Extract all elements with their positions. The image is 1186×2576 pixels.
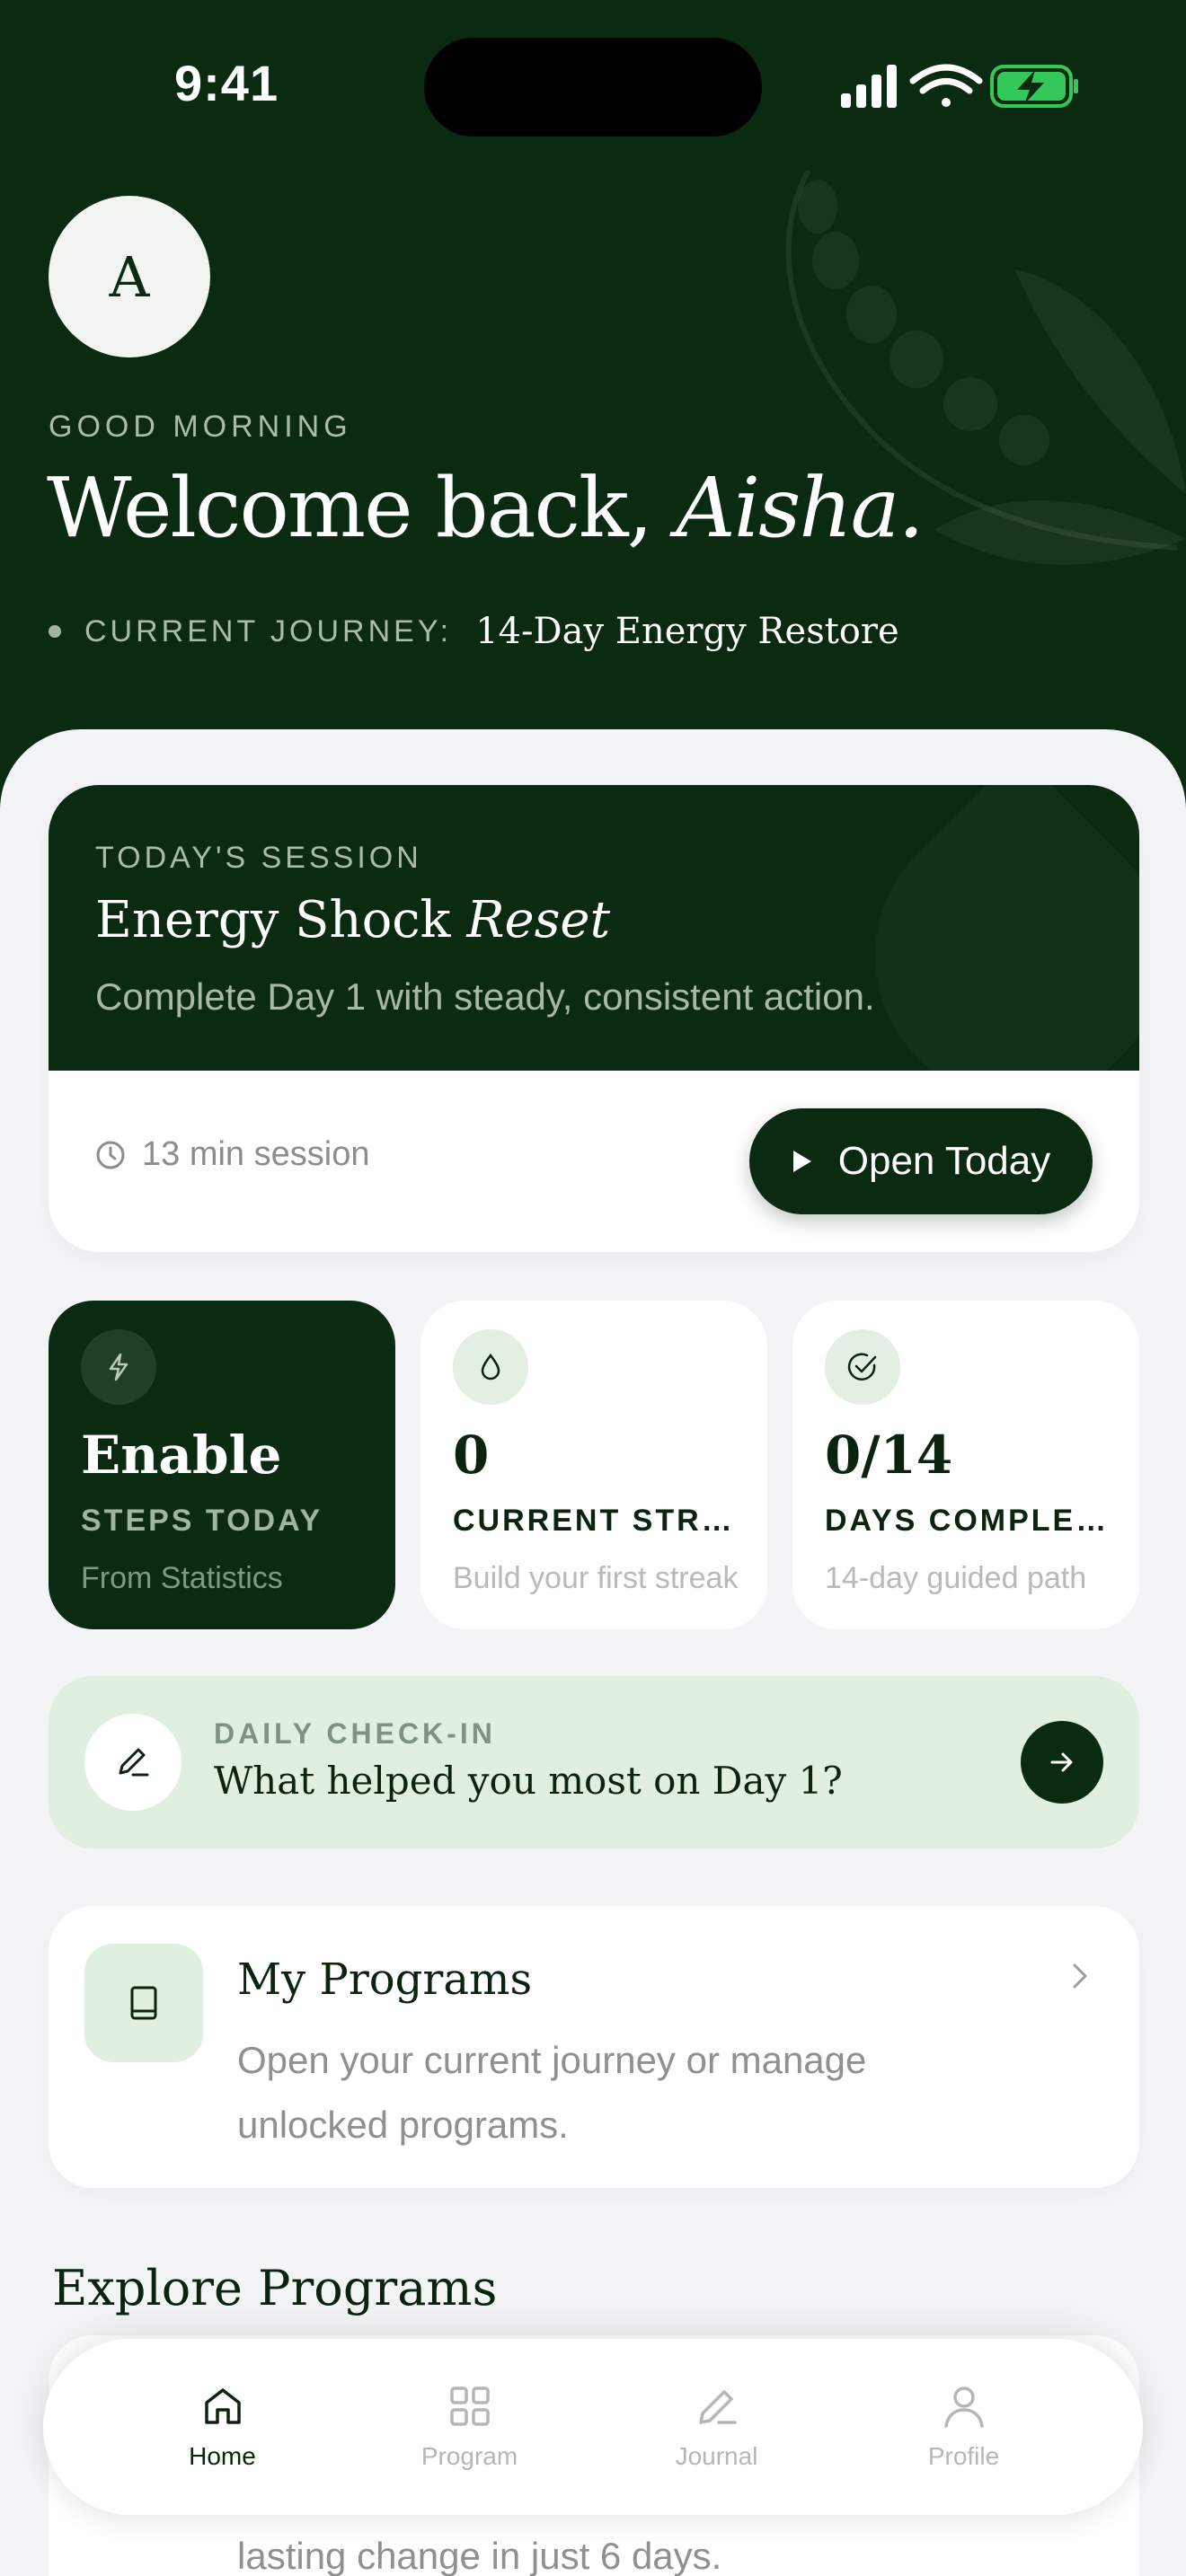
session-description: Complete Day 1 with steady, consistent a… [95,975,875,1018]
duration-label: 13 min session [142,1135,370,1173]
chevron-right-icon [1073,1963,1087,1989]
daily-checkin-card[interactable]: DAILY CHECK-IN What helped you most on D… [49,1676,1139,1848]
session-title: Energy Shock Reset [95,891,610,949]
check-circle-icon [825,1329,900,1405]
stat-card-days[interactable]: 0/14 DAYS COMPLETED 14-day guided path [792,1301,1139,1629]
open-today-button[interactable]: Open Today [749,1108,1093,1214]
person-icon [943,2386,984,2428]
arrow-right-icon [1050,1752,1073,1772]
stat-value: Enable [81,1425,282,1486]
checkin-question: What helped you most on Day 1? [214,1759,843,1803]
tab-journal[interactable]: Journal [627,2383,807,2471]
session-header: TODAY'S SESSION Energy Shock Reset Compl… [49,785,1139,1071]
status-icons [841,64,1078,108]
tab-label: Program [420,2442,518,2470]
checkin-kicker: DAILY CHECK-IN [214,1717,496,1750]
pen-icon [698,2390,737,2424]
todays-session-card[interactable]: TODAY'S SESSION Energy Shock Reset Compl… [49,785,1139,1252]
stat-card-steps[interactable]: Enable STEPS TODAY From Statistics [49,1301,395,1629]
stat-card-streak[interactable]: 0 CURRENT STREAK Build your first streak [420,1301,767,1629]
checkin-go-button[interactable] [1021,1721,1103,1804]
programs-description: Open your current journey or manage unlo… [237,2039,867,2146]
journey-label: CURRENT JOURNEY: [84,613,453,648]
cellular-signal-icon [841,65,897,108]
grid-icon [449,2386,490,2426]
stat-value: 0 [453,1425,490,1486]
clock-icon [96,1141,125,1169]
battery-charging-icon [990,65,1078,108]
status-time: 9:41 [174,55,279,111]
explore-programs-heading: Explore Programs [52,2260,498,2316]
stat-label: DAYS COMPLETED [825,1504,1112,1538]
stat-value: 0/14 [825,1425,953,1486]
greeting-label: GOOD MORNING [49,410,352,444]
stat-label: STEPS TODAY [81,1504,323,1538]
drop-icon [453,1329,528,1405]
session-duration: 13 min session [95,1135,369,1174]
tab-label: Home [189,2442,256,2470]
tab-label: Profile [927,2442,1000,2470]
welcome-heading: Welcome back, Aisha. [47,460,925,556]
stat-sub: 14-day guided path [825,1561,1087,1595]
stat-sub: Build your first streak [453,1561,739,1595]
journey-value: 14-Day Energy Restore [475,611,899,652]
play-icon [792,1151,811,1172]
header-hero: 9:41 A GOOD MORNING Welcome back, Aisha.… [0,0,1186,808]
bottom-tab-bar: Home Program Journal Profile [43,2339,1143,2515]
journey-dot [49,625,61,638]
welcome-name: Aisha. [676,460,924,556]
tab-profile[interactable]: Profile [874,2383,1054,2471]
session-title-plain: Energy Shock [95,891,467,949]
avatar[interactable]: A [49,196,210,357]
dynamic-island [424,38,762,137]
book-icon [84,1944,203,2062]
bolt-icon [81,1329,156,1405]
my-programs-card[interactable]: My Programs Open your current journey or… [49,1906,1139,2188]
pen-icon [84,1714,181,1811]
tab-home[interactable]: Home [133,2383,313,2471]
open-today-label: Open Today [837,1139,1051,1183]
current-journey: CURRENT JOURNEY: 14-Day Energy Restore [49,611,899,652]
tab-label: Journal [675,2442,758,2470]
stat-sub: From Statistics [81,1561,283,1595]
programs-title: My Programs [237,1954,533,2005]
home-icon [204,2388,241,2424]
wifi-icon [909,64,983,107]
stat-label: CURRENT STREAK [453,1504,740,1538]
drop-decoration [816,785,1139,1071]
explore-card-text: lasting change in just 6 days. [237,2535,722,2576]
tab-program[interactable]: Program [380,2383,560,2471]
session-title-italic: Reset [466,891,611,949]
welcome-prefix: Welcome back, [47,460,677,556]
session-kicker: TODAY'S SESSION [95,841,422,875]
